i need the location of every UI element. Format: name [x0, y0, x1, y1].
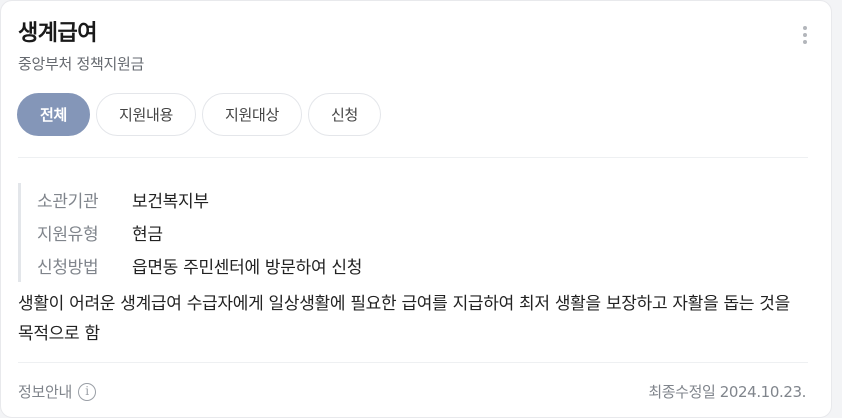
- description: 생활이 어려운 생계급여 수급자에게 일상생활에 필요한 급여를 지급하여 최저…: [18, 294, 790, 344]
- divider: [18, 362, 808, 363]
- info-key: 지원유형: [37, 225, 99, 245]
- info-icon[interactable]: i: [78, 382, 97, 401]
- tab-bar: 전체 지원내용 지원대상 신청: [17, 93, 382, 136]
- page-subtitle: 중앙부처 정책지원금: [18, 55, 144, 73]
- benefit-card: 생계급여 중앙부처 정책지원금 전체 지원내용 지원대상 신청 소관기관 보건복…: [0, 0, 832, 418]
- tab-support-target[interactable]: 지원대상: [202, 93, 303, 136]
- tab-support-content[interactable]: 지원내용: [96, 93, 197, 136]
- info-value: 읍면동 주민센터에 방문하여 신청: [132, 258, 363, 278]
- info-value: 현금: [132, 225, 163, 245]
- more-options-icon[interactable]: [800, 26, 810, 48]
- info-list: 소관기관 보건복지부 지원유형 현금 신청방법 읍면동 주민센터에 방문하여 신…: [18, 183, 362, 282]
- info-row: 소관기관 보건복지부: [37, 183, 362, 216]
- info-notice-label: 정보안내: [18, 383, 73, 401]
- info-row: 지원유형 현금: [37, 216, 362, 249]
- info-value: 보건복지부: [132, 192, 209, 212]
- page-title: 생계급여: [18, 21, 97, 46]
- info-notice[interactable]: 정보안내 i: [18, 381, 97, 402]
- info-key: 소관기관: [37, 192, 99, 212]
- info-key: 신청방법: [37, 258, 99, 278]
- tab-all[interactable]: 전체: [17, 93, 91, 136]
- divider: [18, 157, 808, 158]
- tab-apply[interactable]: 신청: [308, 93, 382, 136]
- last-updated: 최종수정일 2024.10.23.: [648, 383, 806, 401]
- info-row: 신청방법 읍면동 주민센터에 방문하여 신청: [37, 249, 362, 282]
